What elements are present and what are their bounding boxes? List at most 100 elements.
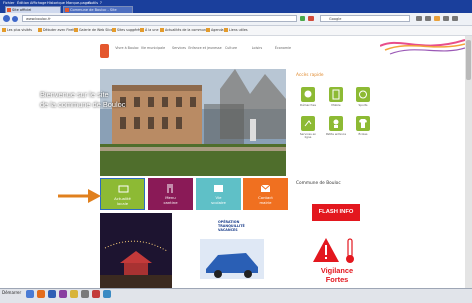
scrollbar-thumb[interactable] (466, 40, 471, 80)
tile-vie-scolaire[interactable]: Vie scolaire (196, 178, 241, 210)
bookmark-item[interactable]: Agenda (206, 28, 224, 32)
bookmark-item[interactable]: Les plus visités (2, 28, 32, 32)
site-logo[interactable] (100, 44, 109, 58)
menu-view[interactable]: Affichage (30, 1, 46, 5)
menu-help[interactable]: ? (100, 1, 102, 5)
quick-access-button[interactable] (301, 116, 315, 131)
page-icon (224, 28, 228, 32)
folder-icon (2, 28, 6, 32)
app-icon[interactable] (92, 290, 100, 298)
shirt-icon (359, 119, 367, 128)
menu-file[interactable]: Fichier (3, 1, 14, 5)
baby-icon (333, 119, 339, 128)
quick-access-label: Services en ligne (299, 132, 317, 140)
quick-access-button[interactable] (356, 87, 370, 102)
firefox-icon (38, 28, 42, 32)
bookmark-item[interactable]: Débuter avec Firefox (38, 28, 77, 32)
bookmark-item[interactable]: Sites suggérés (112, 28, 141, 32)
page-icon (160, 28, 164, 32)
quick-access-label: Sports (358, 103, 368, 107)
envelope-icon (260, 184, 271, 192)
refresh-icon[interactable] (300, 16, 305, 21)
stop-icon[interactable] (308, 16, 314, 21)
vigilance-line: Vigilance (320, 266, 354, 275)
quick-access-button[interactable] (329, 87, 343, 102)
operation-line: VACANCES (218, 228, 238, 232)
quick-access-title: Accès rapide (296, 73, 324, 78)
tile-label: locale (116, 200, 129, 206)
media-icon[interactable] (59, 290, 67, 298)
word-icon[interactable] (48, 290, 56, 298)
slice-icon (74, 28, 78, 32)
search-input[interactable]: Google (320, 15, 410, 22)
menu-tools[interactable]: Outils (88, 1, 98, 5)
tile-label: scolaire (211, 199, 226, 205)
explorer-icon[interactable] (26, 290, 34, 298)
slice-icon (112, 28, 116, 32)
favicon-icon (7, 8, 11, 12)
operation-text: OPÉRATION TRANQUILLITÉ VACANCES (218, 220, 262, 232)
event-photo[interactable] (100, 213, 172, 288)
pointer-arrow (58, 189, 101, 203)
start-button[interactable]: Démarrer (2, 290, 21, 295)
tile-contact[interactable]: Contact mairie (243, 178, 288, 210)
firefox-icon[interactable] (37, 290, 45, 298)
vigilance-text[interactable]: Vigilance Fortes (311, 266, 363, 284)
cutlery-icon (167, 184, 173, 193)
side-panel-title: Commune de Bouloc (296, 181, 341, 186)
decorative-ribbon (380, 39, 465, 55)
quick-access-label: Écoles (358, 132, 368, 136)
app-icon[interactable] (103, 290, 111, 298)
tab-inactive[interactable]: Commune de Bouloc - Site (63, 6, 133, 13)
quick-access-button[interactable] (301, 87, 315, 102)
hand-icon (304, 90, 312, 98)
phone-icon (332, 89, 340, 100)
quick-access-button[interactable] (356, 116, 370, 131)
hero-caption: Bienvenue sur le site de la commune de B… (40, 90, 190, 110)
download-icon[interactable] (416, 16, 422, 21)
quick-access-label: Mobile (331, 103, 341, 107)
tile-label: cantine (163, 199, 178, 205)
hero-line-2: de la commune de Bouloc (40, 100, 126, 109)
arrow-icon (304, 120, 312, 127)
ball-icon (359, 90, 367, 99)
book-icon (214, 185, 223, 192)
bookmark-item[interactable]: Actualités de la commune (160, 28, 208, 32)
town-hall-photo (100, 69, 286, 176)
quick-access-button[interactable] (329, 116, 343, 131)
warning-thermometer-icon (313, 238, 354, 263)
tab-label: Commune de Bouloc - Site (70, 8, 117, 12)
tile-actualite[interactable]: Actualité locale (100, 178, 145, 210)
hero-line-1: Bienvenue sur le site (40, 90, 109, 99)
flash-info-banner[interactable]: FLASH INFO (312, 204, 360, 221)
bookmark-star-icon[interactable] (434, 16, 440, 21)
menu-edit[interactable]: Édition (17, 1, 29, 5)
rss-icon (140, 28, 144, 32)
monitor-icon (118, 185, 129, 193)
back-button[interactable] (3, 15, 10, 22)
page-icon (206, 28, 210, 32)
vigilance-line: Fortes (325, 275, 349, 284)
tile-menu[interactable]: Menu cantine (148, 178, 193, 210)
nav-link[interactable]: Économie (266, 46, 300, 50)
bookmark-item[interactable]: Galerie de Web Slices (74, 28, 115, 32)
police-car-illustration (200, 239, 264, 279)
menu-history[interactable]: Historique (47, 1, 65, 5)
folder-icon[interactable] (70, 290, 78, 298)
bookmark-item[interactable]: Liens utiles (224, 28, 248, 32)
operation-card[interactable]: OPÉRATION TRANQUILLITÉ VACANCES (196, 213, 268, 288)
home-icon[interactable] (425, 16, 431, 21)
app-icon[interactable] (81, 290, 89, 298)
menu-icon[interactable] (452, 16, 458, 21)
quick-access-label: Petite enfance (325, 132, 347, 136)
bookmarks-bar: Les plus visités Débuter avec Firefox Ga… (0, 26, 472, 36)
addon-icon[interactable] (443, 16, 449, 21)
favicon-icon (65, 8, 69, 12)
tab-active[interactable]: Site officiel (5, 6, 61, 13)
tile-label: mairie (259, 199, 272, 205)
quick-access-label: Démarches (300, 103, 316, 107)
forward-button[interactable] (12, 16, 18, 22)
bookmark-item[interactable]: À la une (140, 28, 159, 32)
url-input[interactable]: www.bouloc.fr (22, 15, 297, 22)
tab-label: Site officiel (12, 8, 32, 12)
